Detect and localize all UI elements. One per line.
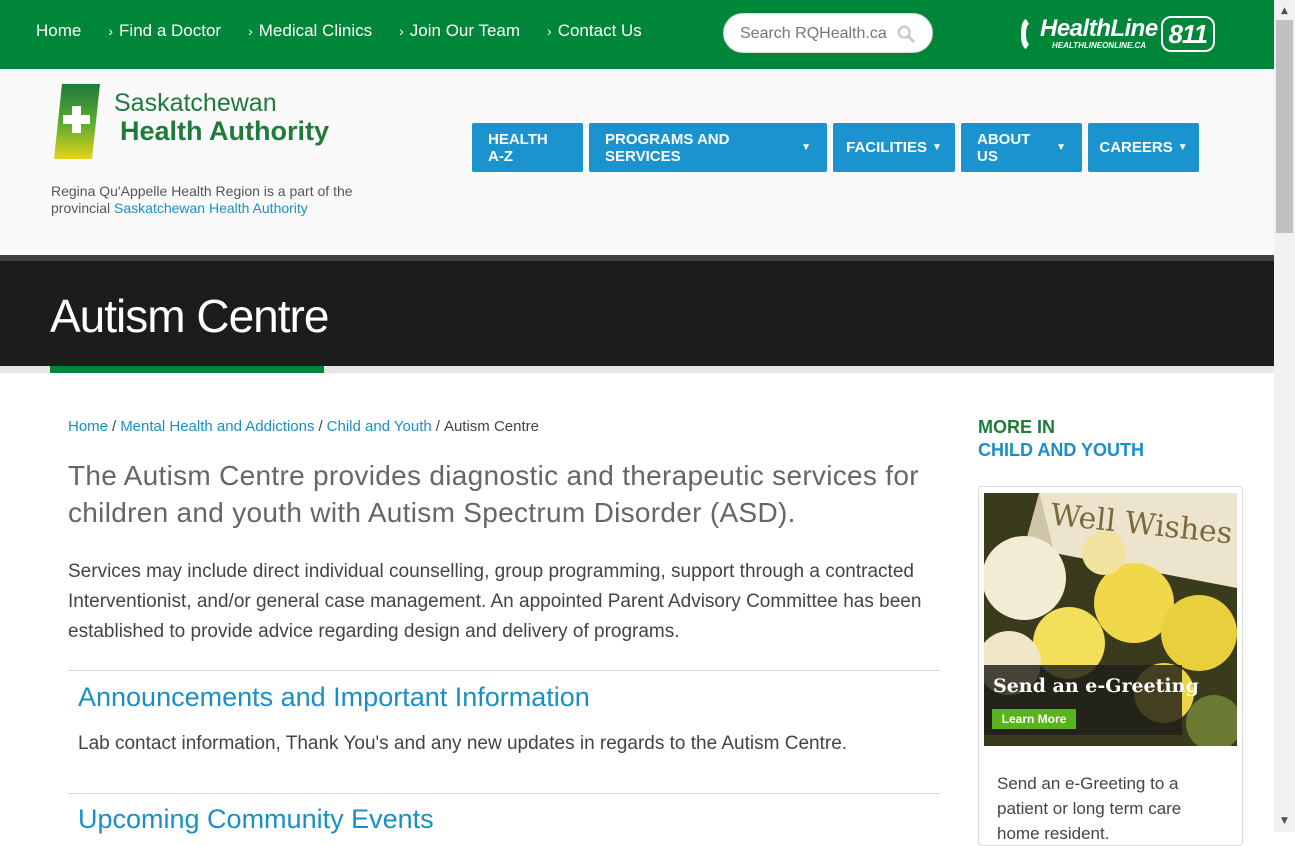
chevron-right-icon: › <box>547 23 552 39</box>
section-title-announcements[interactable]: Announcements and Important Information <box>78 682 590 713</box>
breadcrumb-separator: / <box>318 418 323 435</box>
lead-paragraph: The Autism Centre provides diagnostic an… <box>68 460 919 528</box>
page-title-banner: Autism Centre <box>0 261 1274 366</box>
banner-accent-bar <box>50 366 324 373</box>
sidebar-heading-more-in: MORE IN <box>978 417 1056 437</box>
utility-nav-find-a-doctor[interactable]: › Find a Doctor <box>108 21 221 41</box>
vertical-scrollbar[interactable]: ▲ ▼ <box>1274 0 1295 832</box>
nav-label: HEALTH A-Z <box>488 130 548 165</box>
chevron-down-icon: ▼ <box>801 142 811 153</box>
utility-nav-label: Contact Us <box>557 21 642 40</box>
learn-more-button[interactable]: Learn More <box>992 709 1076 729</box>
utility-nav-contact-us[interactable]: › Contact Us <box>547 21 642 41</box>
utility-nav-label: Medical Clinics <box>258 21 373 40</box>
nav-label: ABOUT US <box>977 130 1031 165</box>
chevron-down-icon: ▼ <box>1056 142 1066 153</box>
health-cross-logo-icon <box>54 84 100 159</box>
scrollbar-thumb[interactable] <box>1276 20 1293 233</box>
utility-nav-label: Find a Doctor <box>119 21 222 40</box>
breadcrumb-separator: / <box>112 418 117 435</box>
logo-text-line2: Health Authority <box>120 116 329 146</box>
utility-nav: Home › Find a Doctor › Medical Clinics › Jo… <box>36 0 669 62</box>
healthline-name: HealthLine <box>1040 15 1158 42</box>
e-greeting-card: Well Wishes Send an e-Greeting Learn Mor… <box>978 486 1243 846</box>
e-greeting-image[interactable]: Well Wishes Send an e-Greeting Learn Mor… <box>984 493 1237 746</box>
chevron-down-icon: ▼ <box>1177 142 1188 153</box>
region-note: Regina Qu'Appelle Health Region is a par… <box>51 183 361 217</box>
search-input[interactable] <box>738 22 902 46</box>
phone-icon <box>1021 19 1029 49</box>
breadcrumb-separator: / <box>435 418 440 435</box>
breadcrumb-home[interactable]: Home <box>68 418 108 435</box>
section-divider <box>68 670 940 671</box>
healthline-811-logo[interactable]: HealthLine HEALTHLINEONLINE.CA 811 <box>1020 12 1215 56</box>
chevron-down-icon: ▼ <box>931 142 942 153</box>
nav-about-us[interactable]: ABOUT US ▼ <box>961 123 1082 172</box>
chevron-right-icon: › <box>108 23 114 39</box>
main-nav: HEALTH A-Z PROGRAMS AND SERVICES ▼ FACILI… <box>472 123 1205 172</box>
scroll-down-arrow-icon[interactable]: ▼ <box>1274 812 1295 830</box>
breadcrumb-mental-health[interactable]: Mental Health and Addictions <box>120 418 314 435</box>
top-bar: Home › Find a Doctor › Medical Clinics › Jo… <box>0 0 1274 69</box>
nav-label: FACILITIES <box>846 139 927 156</box>
breadcrumb-child-and-youth[interactable]: Child and Youth <box>327 418 432 435</box>
sha-link[interactable]: Saskatchewan Health Authority <box>114 200 308 216</box>
logo-text-line1: Saskatchewan <box>114 89 277 117</box>
breadcrumb: Home / Mental Health and Addictions / Child … <box>68 418 539 435</box>
nav-label: CAREERS <box>1099 139 1173 156</box>
site-search <box>723 13 933 53</box>
healthline-wordmark: HealthLine HEALTHLINEONLINE.CA <box>1040 17 1158 51</box>
utility-nav-join-our-team[interactable]: › Join Our Team <box>399 21 520 41</box>
healthline-number: 811 <box>1160 16 1215 52</box>
healthline-url: HEALTHLINEONLINE.CA <box>1052 41 1147 50</box>
breadcrumb-current: Autism Centre <box>443 418 539 435</box>
image-caption-title: Send an e-Greeting <box>993 675 1199 697</box>
e-greeting-text: Send an e-Greeting to a patient or long … <box>997 774 1182 843</box>
search-icon[interactable] <box>897 25 915 43</box>
section-title-community-events[interactable]: Upcoming Community Events <box>78 804 434 835</box>
section-divider <box>68 793 940 794</box>
nav-facilities[interactable]: FACILITIES ▼ <box>833 123 955 172</box>
page-title: Autism Centre <box>50 290 329 342</box>
utility-nav-medical-clinics[interactable]: › Medical Clinics <box>248 21 372 41</box>
nav-label: PROGRAMS AND SERVICES <box>605 130 730 165</box>
chevron-right-icon: › <box>399 23 404 39</box>
chevron-right-icon: › <box>248 23 253 39</box>
nav-careers[interactable]: CAREERS ▼ <box>1088 123 1199 172</box>
utility-nav-label: Home <box>36 21 82 40</box>
nav-health-a-z[interactable]: HEALTH A-Z <box>472 123 583 172</box>
section-desc-announcements: Lab contact information, Thank You's and… <box>78 733 848 754</box>
sha-logo[interactable]: Saskatchewan Health Authority <box>54 84 354 164</box>
nav-programs-and-services[interactable]: PROGRAMS AND SERVICES ▼ <box>589 123 827 172</box>
scroll-up-arrow-icon[interactable]: ▲ <box>1274 2 1295 20</box>
utility-nav-label: Join Our Team <box>409 21 521 40</box>
body-paragraph: Services may include direct individual c… <box>68 561 922 642</box>
sidebar-heading-child-and-youth[interactable]: CHILD AND YOUTH <box>978 440 1144 461</box>
utility-nav-home[interactable]: Home <box>36 21 81 41</box>
